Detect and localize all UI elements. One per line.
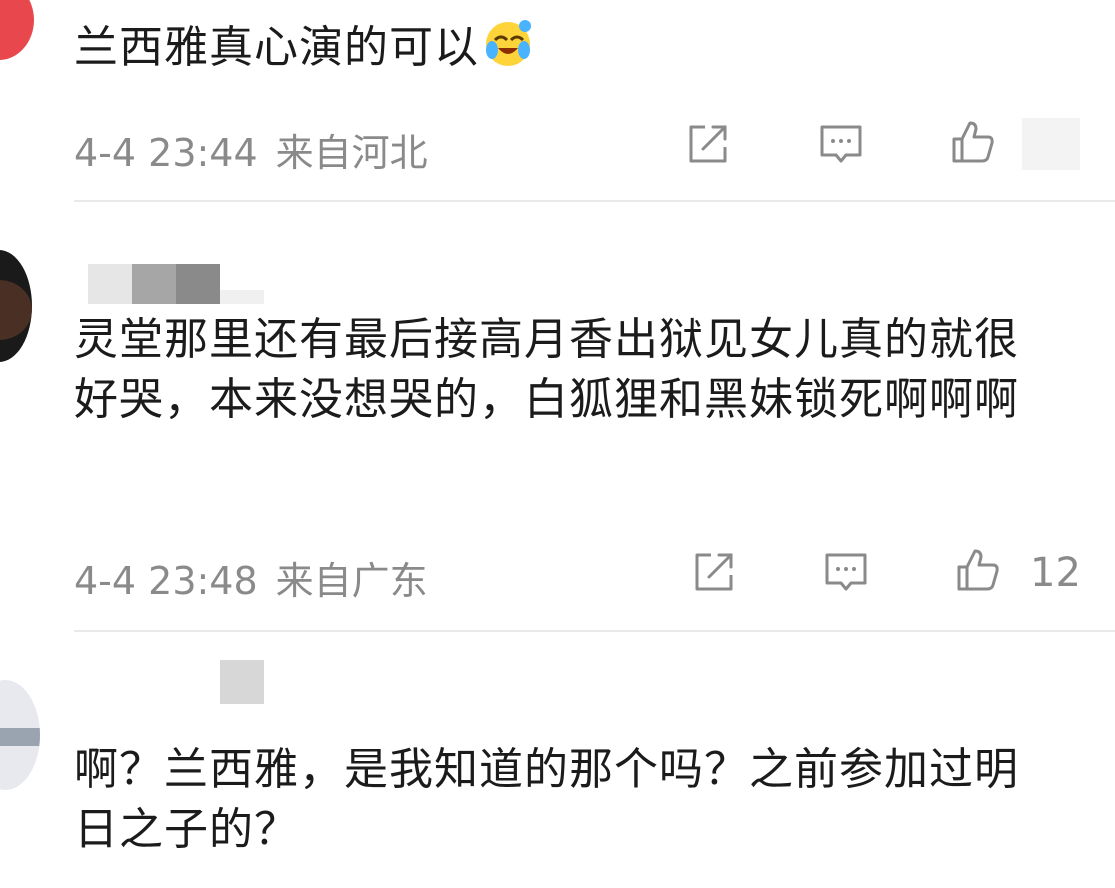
thumbs-up-icon: [957, 549, 999, 591]
reply-button[interactable]: [813, 116, 869, 172]
redacted-username: [132, 264, 176, 304]
redacted-username: [220, 290, 264, 304]
like-count: 12: [1030, 550, 1081, 596]
avatar-image: [0, 280, 32, 340]
share-icon: [689, 125, 727, 163]
reply-button[interactable]: [818, 544, 874, 600]
divider: [74, 630, 1115, 632]
comment-meta: 4-4 23:44 来自河北: [74, 122, 428, 177]
redacted-username: [88, 264, 132, 304]
like-button[interactable]: [945, 114, 1001, 170]
comment-text: 兰西雅真心演的可以: [74, 16, 1074, 78]
avatar[interactable]: [0, 680, 40, 790]
share-button[interactable]: [686, 544, 742, 600]
redacted-username: [220, 660, 264, 704]
share-icon: [695, 553, 733, 591]
avatar-image: [0, 728, 40, 746]
redacted-username: [176, 264, 220, 304]
share-button[interactable]: [680, 116, 736, 172]
thumbs-up-icon: [952, 121, 994, 163]
comment-icon: [825, 553, 867, 591]
location: 来自河北: [275, 131, 428, 175]
comment-text: 灵堂那里还有最后接高月香出狱见女儿真的就很好哭，本来没想哭的，白狐狸和黑妹锁死啊…: [74, 314, 1019, 425]
like-button[interactable]: [950, 542, 1006, 598]
timestamp: 4-4 23:48: [74, 559, 258, 603]
location: 来自广东: [275, 559, 428, 603]
avatar[interactable]: [0, 0, 34, 60]
timestamp: 4-4 23:44: [74, 131, 258, 175]
redacted-area: [1022, 118, 1080, 170]
crying-laughing-emoji-icon: [481, 16, 535, 70]
comment-meta: 4-4 23:48 来自广东: [74, 550, 428, 605]
comment-text: 啊？兰西雅，是我知道的那个吗？之前参加过明日之子的？: [74, 744, 1019, 855]
comment-icon: [820, 125, 862, 163]
avatar[interactable]: [0, 250, 32, 362]
divider: [74, 200, 1115, 202]
